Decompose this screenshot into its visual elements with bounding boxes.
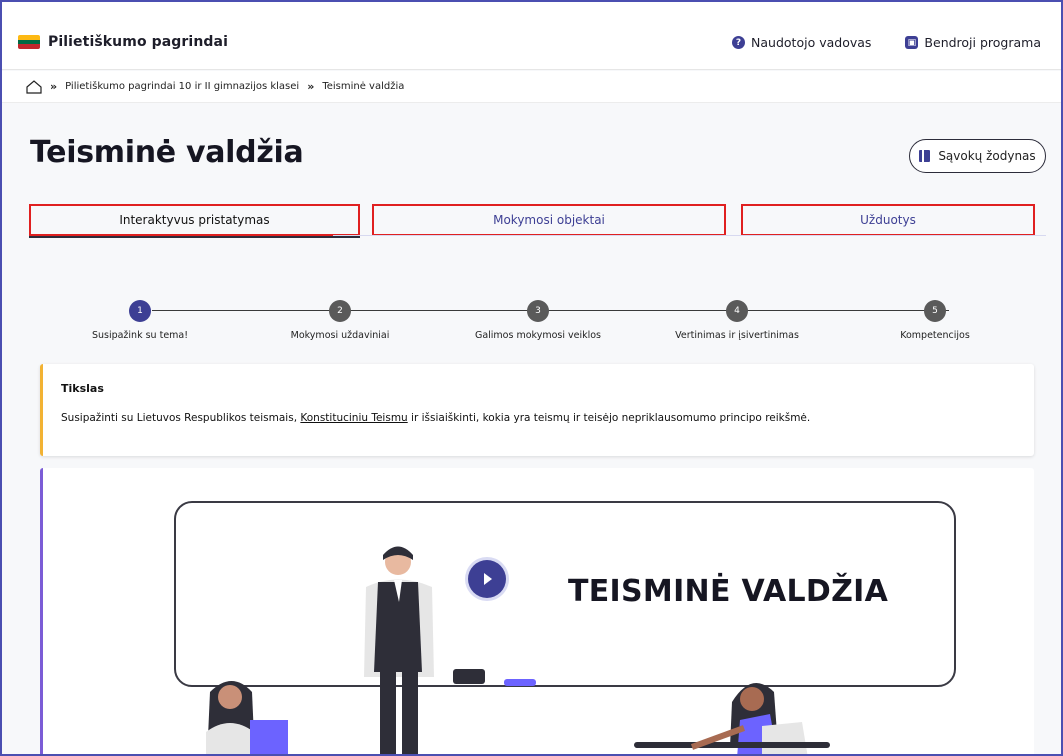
goal-text-start: Susipažinti su Lietuvos Respublikos teis… <box>61 412 301 424</box>
video-title: TEISMINĖ VALDŽIA <box>568 574 889 609</box>
book-icon: ▣ <box>905 36 919 49</box>
step-label: Galimos mokymosi veiklos <box>474 330 602 341</box>
tab-learning-objects[interactable]: Mokymosi objektai <box>372 204 726 236</box>
question-circle-icon: ? <box>732 36 746 49</box>
step-number: 4 <box>726 300 748 322</box>
goal-card: Tikslas Susipažinti su Lietuvos Respubli… <box>40 364 1034 456</box>
user-guide-label: Naudotojo vadovas <box>751 35 872 50</box>
step-4[interactable]: 4 Vertinimas ir įsivertinimas <box>637 300 837 341</box>
step-label: Susipažink su tema! <box>91 330 189 341</box>
top-header: Pilietiškumo pagrindai ? Naudotojo vadov… <box>2 2 1061 70</box>
step-number: 1 <box>129 300 151 322</box>
step-number: 5 <box>924 300 946 322</box>
step-label: Kompetencijos <box>900 330 970 341</box>
tabs-divider <box>333 235 1046 236</box>
bookmark-icon <box>919 150 931 162</box>
step-3[interactable]: 3 Galimos mokymosi veiklos <box>438 300 638 341</box>
goal-title: Tikslas <box>61 382 104 395</box>
general-program-link[interactable]: ▣ Bendroji programa <box>905 35 1041 50</box>
play-icon[interactable] <box>468 560 506 598</box>
progress-stepper: 1 Susipažink su tema! 2 Mokymosi uždavin… <box>42 300 1032 350</box>
app-title: Pilietiškumo pagrindai <box>48 34 228 50</box>
tab-interactive-presentation[interactable]: Interaktyvus pristatymas <box>29 204 360 238</box>
brand[interactable]: Pilietiškumo pagrindai <box>18 34 228 50</box>
glossary-button-label: Sąvokų žodynas <box>938 149 1036 163</box>
page-title: Teisminė valdžia <box>30 135 304 170</box>
app-frame: Pilietiškumo pagrindai ? Naudotojo vadov… <box>0 0 1063 756</box>
step-number: 2 <box>329 300 351 322</box>
breadcrumb-item-current: Teisminė valdžia <box>322 81 405 92</box>
breadcrumb: » Pilietiškumo pagrindai 10 ir II gimnaz… <box>2 71 1061 103</box>
breadcrumb-separator: » <box>50 80 58 93</box>
lithuania-flag-icon <box>18 35 40 49</box>
active-tab-indicator <box>29 236 360 238</box>
top-nav: ? Naudotojo vadovas ▣ Bendroji programa <box>698 35 1041 50</box>
goal-text: Susipažinti su Lietuvos Respublikos teis… <box>61 412 810 424</box>
tab-tasks[interactable]: Užduotys <box>741 204 1035 236</box>
step-label: Mokymosi uždaviniai <box>290 330 390 341</box>
general-program-label: Bendroji programa <box>924 35 1041 50</box>
tab-label: Mokymosi objektai <box>493 213 605 227</box>
breadcrumb-item-course[interactable]: Pilietiškumo pagrindai 10 ir II gimnazij… <box>65 81 299 92</box>
user-guide-link[interactable]: ? Naudotojo vadovas <box>732 35 871 50</box>
home-icon[interactable] <box>26 79 42 94</box>
step-label: Vertinimas ir įsivertinimas <box>675 330 799 341</box>
breadcrumb-separator: » <box>307 80 315 93</box>
goal-text-end: ir išsiaiškinti, kokia yra teismų ir tei… <box>407 412 811 424</box>
step-5[interactable]: 5 Kompetencijos <box>835 300 1035 341</box>
step-1[interactable]: 1 Susipažink su tema! <box>40 300 240 341</box>
content-tabs: Interaktyvus pristatymas Mokymosi objekt… <box>29 204 1046 238</box>
tab-label: Interaktyvus pristatymas <box>119 213 270 227</box>
glossary-button[interactable]: Sąvokų žodynas <box>909 139 1046 173</box>
step-number: 3 <box>527 300 549 322</box>
constitutional-court-link[interactable]: Konstituciniu Teismu <box>300 412 407 424</box>
flag-stripe-red <box>18 44 40 49</box>
tab-label: Užduotys <box>860 213 916 227</box>
step-2[interactable]: 2 Mokymosi uždaviniai <box>240 300 440 341</box>
